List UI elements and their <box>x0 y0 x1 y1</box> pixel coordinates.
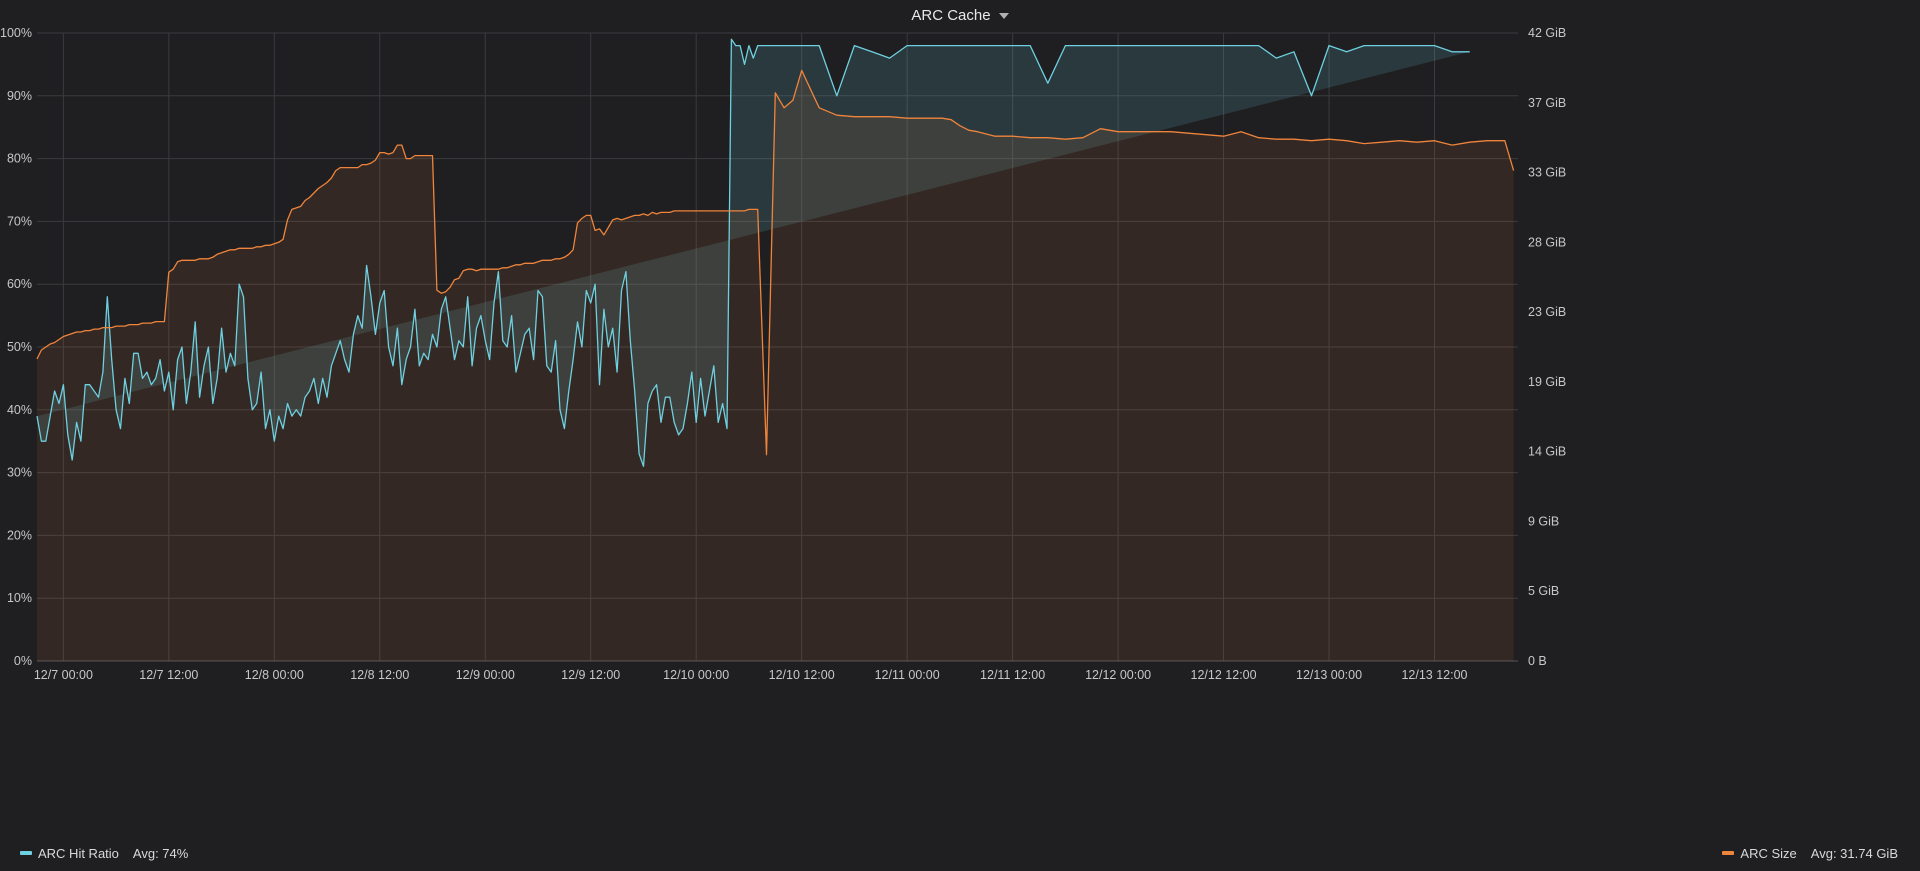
y-left-tick-label: 30% <box>7 466 32 480</box>
y-left-tick-label: 50% <box>7 340 32 354</box>
legend-label-hit-ratio: ARC Hit Ratio <box>38 845 119 861</box>
x-tick-label: 12/9 00:00 <box>456 668 515 682</box>
x-tick-label: 12/10 00:00 <box>663 668 729 682</box>
arc-cache-panel: ARC Cache 0% 10% 20% 30% 40% 50% 60% 70% 80% 90% 1… <box>0 0 1920 871</box>
y-left-tick-label: 20% <box>7 528 32 542</box>
y-left-tick-label: 80% <box>7 152 32 166</box>
x-tick-label: 12/12 00:00 <box>1085 668 1151 682</box>
x-tick-label: 12/8 12:00 <box>350 668 409 682</box>
y-left-tick-label: 10% <box>7 591 32 605</box>
y-axis-right: 0 B 5 GiB 9 GiB 14 GiB 19 GiB 23 GiB 28 GiB 33 … <box>1528 26 1566 668</box>
y-left-tick-label: 60% <box>7 277 32 291</box>
y-left-tick-label: 90% <box>7 89 32 103</box>
y-right-tick-label: 0 B <box>1528 654 1547 668</box>
x-tick-label: 12/7 12:00 <box>139 668 198 682</box>
y-right-tick-label: 37 GiB <box>1528 96 1566 110</box>
y-right-tick-label: 23 GiB <box>1528 305 1566 319</box>
y-right-tick-label: 28 GiB <box>1528 235 1566 249</box>
x-tick-label: 12/13 12:00 <box>1401 668 1467 682</box>
legend-item-arc-hit-ratio[interactable]: ARC Hit Ratio Avg: 74% <box>20 843 188 863</box>
x-tick-label: 12/8 00:00 <box>245 668 304 682</box>
y-right-tick-label: 33 GiB <box>1528 166 1566 180</box>
y-right-tick-label: 42 GiB <box>1528 26 1566 40</box>
legend-swatch-hit-ratio <box>20 851 32 855</box>
arc-cache-chart[interactable]: 0% 10% 20% 30% 40% 50% 60% 70% 80% 90% 100% 0 B 5 G… <box>0 0 1920 871</box>
y-left-tick-label: 0% <box>14 654 32 668</box>
x-tick-label: 12/10 12:00 <box>769 668 835 682</box>
x-tick-label: 12/11 00:00 <box>875 668 940 682</box>
legend-item-arc-size[interactable]: ARC Size Avg: 31.74 GiB <box>1722 843 1898 863</box>
y-right-tick-label: 5 GiB <box>1528 584 1559 598</box>
y-axis-left: 0% 10% 20% 30% 40% 50% 60% 70% 80% 90% 100% <box>0 26 32 668</box>
y-right-tick-label: 9 GiB <box>1528 514 1559 528</box>
x-tick-label: 12/9 12:00 <box>561 668 620 682</box>
legend-avg-arc-size: Avg: 31.74 GiB <box>1810 845 1898 861</box>
x-axis: 12/7 00:00 12/7 12:00 12/8 00:00 12/8 12:00… <box>34 668 1468 682</box>
legend-swatch-arc-size <box>1722 851 1735 855</box>
x-tick-label: 12/13 00:00 <box>1296 668 1362 682</box>
y-right-tick-label: 14 GiB <box>1528 445 1566 459</box>
y-left-tick-label: 100% <box>0 26 32 40</box>
x-tick-label: 12/12 12:00 <box>1191 668 1257 682</box>
x-tick-label: 12/7 00:00 <box>34 668 93 682</box>
y-left-tick-label: 40% <box>7 403 32 417</box>
y-left-tick-label: 70% <box>7 214 32 228</box>
legend-avg-hit-ratio: Avg: 74% <box>132 845 189 861</box>
y-right-tick-label: 19 GiB <box>1528 375 1566 389</box>
x-tick-label: 12/11 12:00 <box>980 668 1045 682</box>
legend-label-arc-size: ARC Size <box>1740 845 1797 861</box>
